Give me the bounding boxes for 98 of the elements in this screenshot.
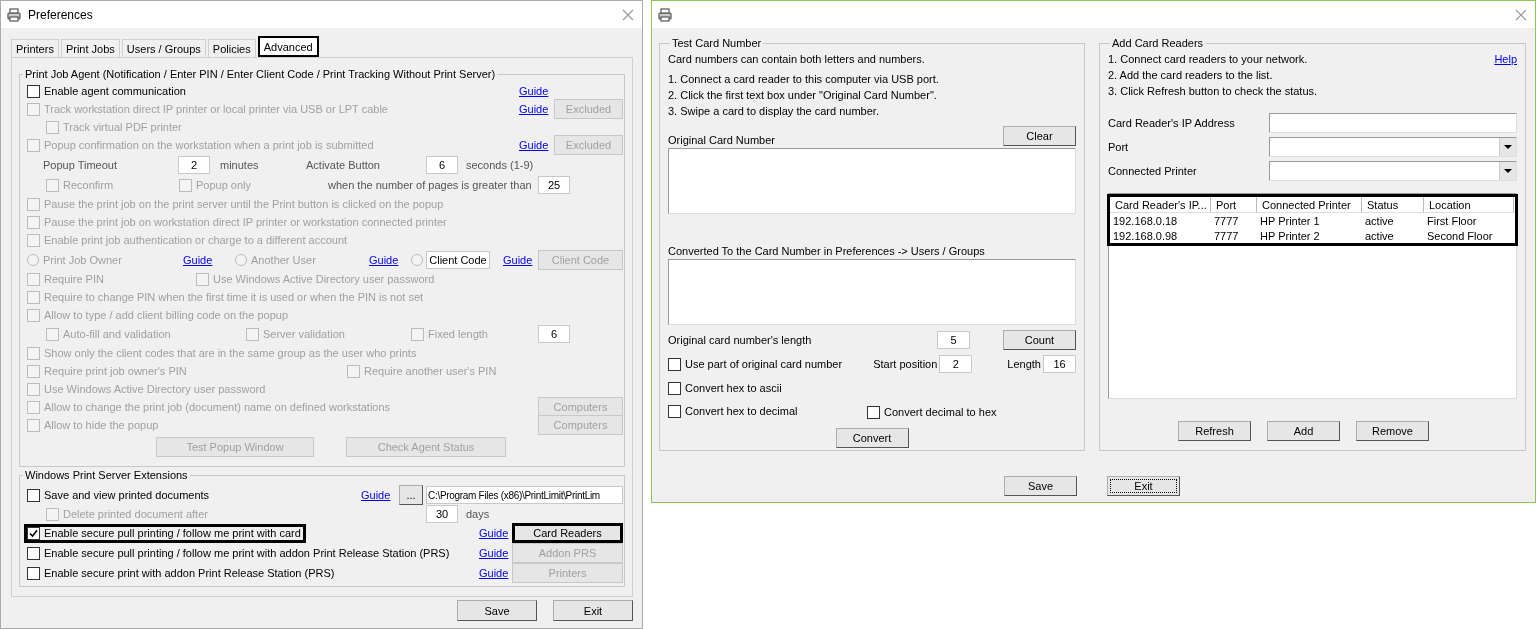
step-text: 1. Connect a card reader to this computer via USB port. [668,73,940,87]
field-label: Port [1108,141,1129,153]
guide-link[interactable]: Guide [519,85,549,97]
step-text: 1. Connect card readers to your network. [1108,53,1308,67]
help-link[interactable]: Help [1494,53,1517,69]
dropdown[interactable] [1269,137,1517,157]
checkbox[interactable]: Enable agent communication [27,84,186,98]
push-button[interactable]: Exit [1107,476,1180,496]
table-cell-text: 192.168.0.18 [1112,213,1179,228]
text-field[interactable]: 30 [426,505,458,523]
guide-link[interactable]: Guide [519,139,549,151]
step-text: 2. Click the first text box under "Original Card Number". [668,89,938,103]
dropdown[interactable] [1269,161,1517,181]
guide-link[interactable]: Guide [479,567,509,579]
checkbox[interactable]: Convert hex to ascii [668,381,782,395]
table-cell-text: active [1364,228,1395,243]
step-text: 3. Click Refresh button to check the status. [1108,85,1318,99]
push-button[interactable]: Save [457,600,537,621]
table-cell-text: active [1364,213,1395,228]
count-button[interactable]: Count [1003,330,1076,350]
table-cell-text: HP Printer 1 [1259,213,1321,228]
tab[interactable]: Printers [11,39,59,57]
group-title: Windows Print Server Extensions [24,469,189,481]
text-field[interactable]: C:\Program Files (x86)\PrintLimit\PrintLim [426,486,623,504]
table-cell-text: 192.168.0.98 [1112,228,1179,243]
tab[interactable]: Print Jobs [60,39,120,57]
tab[interactable]: Advanced [257,36,319,57]
guide-link[interactable]: Guide [369,253,399,266]
field-label: Converted To the Card Number in Preferences -> Users / Groups [668,245,985,257]
push-button[interactable]: Add [1267,421,1340,441]
field-label: Popup Timeout [43,158,117,171]
step-text: 3. Swipe a card to display the card number. [668,105,880,119]
table-cell-text: First Floor [1426,213,1478,228]
checkbox[interactable]: Enable secure pull printing / follow me print with card [27,526,303,540]
push-button[interactable]: Remove [1356,421,1429,441]
column-header[interactable]: Location [1424,197,1514,213]
text-field[interactable]: 5 [937,331,970,349]
tab[interactable]: Users / Groups [121,39,206,57]
field-label: Connected Printer [1108,165,1197,177]
convert-button[interactable]: Convert [835,428,909,448]
push-button[interactable]: Save [1004,476,1077,496]
text-field[interactable]: 6 [538,325,570,343]
app-icon [6,6,22,23]
text-field[interactable] [1269,113,1517,133]
push-button[interactable]: Card Readers [512,523,623,543]
close-icon[interactable] [622,8,634,21]
text-field[interactable]: 2 [939,355,973,373]
group-title: Add Card Readers [1111,37,1205,49]
step-text: 2. Add the card readers to the list. [1108,69,1273,83]
text-field[interactable]: Client Code [426,250,490,269]
field-label: minutes [220,158,259,171]
caret-icon [1504,145,1512,149]
field-label: Start position [873,358,938,370]
table-cell-text: Second Floor [1426,228,1494,243]
text-field[interactable]: 2 [178,155,210,174]
push-button[interactable]: Exit [553,600,633,621]
guide-link[interactable]: Guide [361,489,391,501]
text-field[interactable]: 16 [1043,355,1076,373]
checkbox[interactable]: Enable secure print with addon Print Release Station (PRS) [27,566,335,580]
checkbox[interactable]: Use part of original card number [668,357,843,371]
checkbox[interactable]: Enable secure pull printing / follow me print with addon Print Release Station (PRS) [27,546,450,560]
clear-button[interactable]: Clear [1003,126,1076,146]
field-label: Card Reader's IP Address [1108,117,1235,129]
column-header[interactable]: Status [1362,197,1424,213]
tab[interactable]: Policies [207,39,256,57]
close-icon[interactable] [1515,8,1527,21]
guide-link[interactable]: Guide [183,253,213,266]
instruction-text: Card numbers can contain both letters and numbers. [668,53,926,67]
table-cell-text: 7777 [1213,228,1240,243]
group-title: Test Card Number [671,37,763,49]
text-field[interactable]: 6 [426,155,458,174]
field-label: Original Card Number [668,134,775,146]
field-label: days [466,508,490,520]
checkbox[interactable]: Convert hex to decimal [668,404,798,418]
app-icon [657,6,673,23]
field-label: Activate Button [306,158,380,171]
column-header[interactable]: Card Reader's IP... [1110,197,1211,213]
table-cell-text: 7777 [1213,213,1240,228]
column-header[interactable]: Connected Printer [1257,197,1362,213]
guide-link[interactable]: Guide [519,103,549,115]
caret-icon [1504,169,1512,173]
guide-link[interactable]: Guide [479,527,509,539]
text-field[interactable]: 25 [538,176,570,194]
column-header[interactable]: Port [1211,197,1257,213]
checkmark-icon [29,528,38,538]
field-label: Original card number's length [668,334,812,346]
field-label: when the number of pages is greater than [328,179,532,191]
push-button[interactable]: Refresh [1178,421,1251,441]
table-cell-text: HP Printer 2 [1259,228,1321,243]
checkbox[interactable]: Convert decimal to hex [867,405,997,419]
field-label: seconds (1-9) [466,158,534,171]
guide-link[interactable]: Guide [503,253,533,266]
field-label: Length [1007,358,1041,370]
checkbox[interactable]: Save and view printed documents [27,488,210,502]
group-title: Print Job Agent (Notification / Enter PIN / Enter Client Code / Print Tracking Without Print Server) [24,68,497,80]
window-title: Preferences [28,7,94,22]
push-button[interactable]: ... [399,485,423,505]
guide-link[interactable]: Guide [479,547,509,559]
